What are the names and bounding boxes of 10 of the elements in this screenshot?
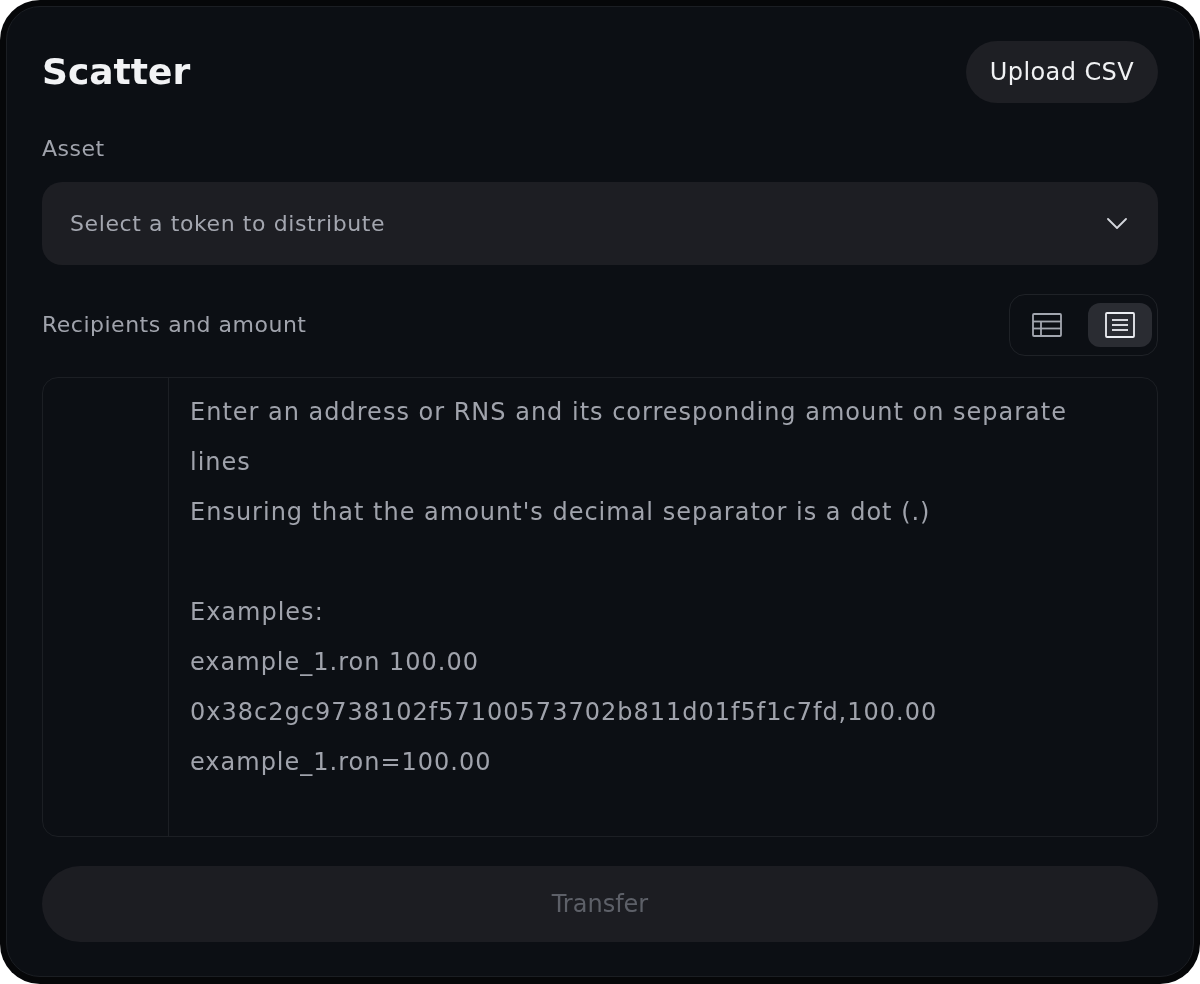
upload-csv-button[interactable]: Upload CSV — [965, 41, 1158, 103]
recipients-label: Recipients and amount — [42, 312, 307, 338]
recipients-field[interactable]: Enter an address or RNS and its corresponding amount on separate lines Ensuring that the amount's decimal separator is a dot (.) Examples: example_1.ron 100.00 0x38c2gc9738102f57100573702b811d01f5f1c7fd,100.00 example_1.ron=100.00 — [42, 377, 1158, 837]
text-lines-icon — [1105, 312, 1135, 338]
chevron-down-icon — [1107, 217, 1127, 230]
page-title: Scatter — [42, 50, 191, 94]
table-icon — [1032, 313, 1062, 337]
asset-select[interactable]: Select a token to distribute — [42, 182, 1158, 265]
text-view-button[interactable] — [1088, 303, 1152, 347]
asset-label: Asset — [42, 136, 105, 162]
